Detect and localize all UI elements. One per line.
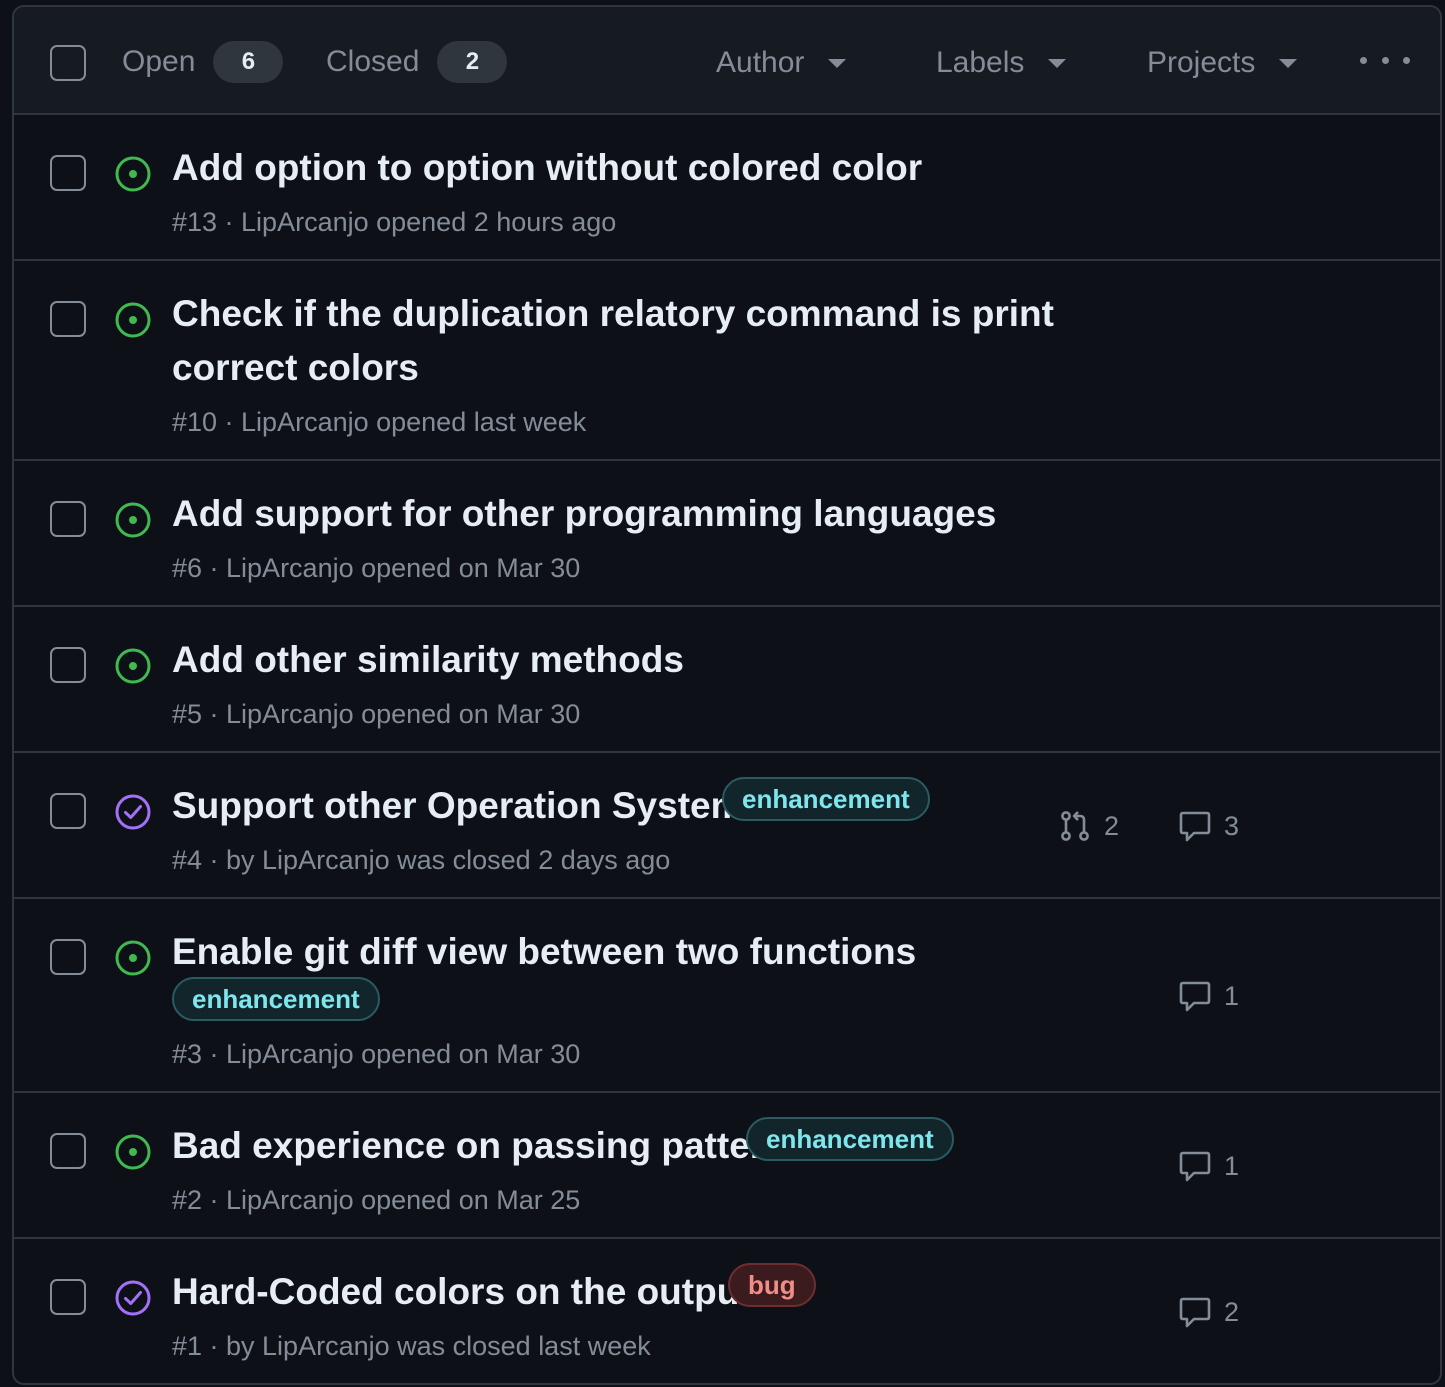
issue-meta: #10 · LipArcanjo opened last week bbox=[172, 407, 587, 437]
issue-title[interactable]: Add other similarity methods bbox=[172, 633, 684, 687]
author-filter-label: Author bbox=[716, 46, 805, 79]
bug-label[interactable]: bug bbox=[728, 1263, 816, 1307]
issue-checkbox[interactable] bbox=[50, 1133, 86, 1169]
issue-title[interactable]: Add support for other programming langua… bbox=[172, 487, 996, 541]
issue-row: Add other similarity methods #5 · LipArc… bbox=[14, 607, 1440, 753]
comments-link[interactable]: 3 bbox=[1178, 809, 1239, 843]
issue-row: Add support for other programming langua… bbox=[14, 461, 1440, 607]
comment-count: 3 bbox=[1224, 810, 1240, 841]
issue-closed-icon bbox=[114, 793, 152, 831]
issue-title[interactable]: Support other Operation System. bbox=[172, 779, 754, 833]
issues-list: Open 6 Closed 2 Author Labels Projects A… bbox=[12, 5, 1442, 1385]
issue-title[interactable]: Hard-Coded colors on the output bbox=[172, 1265, 752, 1319]
issue-meta: #5 · LipArcanjo opened on Mar 30 bbox=[172, 699, 581, 729]
comments-link[interactable]: 1 bbox=[1178, 979, 1239, 1013]
issue-checkbox[interactable] bbox=[50, 1279, 86, 1315]
issue-checkbox[interactable] bbox=[50, 301, 86, 337]
comment-count: 1 bbox=[1224, 980, 1240, 1011]
open-issues-tab[interactable]: Open 6 bbox=[122, 37, 284, 87]
enhancement-label[interactable]: enhancement bbox=[172, 977, 380, 1021]
issue-checkbox[interactable] bbox=[50, 647, 86, 683]
issue-row: Support other Operation System. enhancem… bbox=[14, 753, 1440, 899]
issue-open-icon bbox=[114, 155, 152, 193]
issue-open-icon bbox=[114, 647, 152, 685]
author-filter[interactable]: Author bbox=[716, 43, 847, 83]
enhancement-label[interactable]: enhancement bbox=[746, 1117, 954, 1161]
issue-row: Check if the duplication relatory comman… bbox=[14, 261, 1440, 461]
closed-tab-label: Closed bbox=[326, 45, 420, 78]
closed-count-badge: 2 bbox=[437, 41, 508, 83]
comment-count: 1 bbox=[1224, 1150, 1240, 1181]
issue-meta: #2 · LipArcanjo opened on Mar 25 bbox=[172, 1185, 581, 1215]
issue-title[interactable]: Enable git diff view between two functio… bbox=[172, 925, 916, 979]
linked-pull-requests[interactable]: 2 bbox=[1058, 809, 1119, 843]
comments-link[interactable]: 1 bbox=[1178, 1149, 1239, 1183]
comment-icon bbox=[1178, 1295, 1212, 1329]
comments-link[interactable]: 2 bbox=[1178, 1295, 1239, 1329]
issue-checkbox[interactable] bbox=[50, 501, 86, 537]
pull-request-icon bbox=[1058, 809, 1092, 843]
issue-title[interactable]: Check if the duplication relatory comman… bbox=[172, 287, 1054, 341]
enhancement-label[interactable]: enhancement bbox=[722, 777, 930, 821]
issue-open-icon bbox=[114, 1133, 152, 1171]
comment-icon bbox=[1178, 979, 1212, 1013]
issue-title-continued[interactable]: correct colors bbox=[172, 341, 419, 395]
issue-meta: #4 · by LipArcanjo was closed 2 days ago bbox=[172, 845, 671, 875]
labels-filter[interactable]: Labels bbox=[936, 43, 1067, 83]
issue-title[interactable]: Add option to option without colored col… bbox=[172, 141, 922, 195]
issue-checkbox[interactable] bbox=[50, 793, 86, 829]
issue-meta: #13 · LipArcanjo opened 2 hours ago bbox=[172, 207, 617, 237]
labels-filter-label: Labels bbox=[936, 46, 1025, 79]
issue-meta: #3 · LipArcanjo opened on Mar 30 bbox=[172, 1039, 581, 1069]
issue-row: Bad experience on passing pattern enhanc… bbox=[14, 1093, 1440, 1239]
pull-request-count: 2 bbox=[1104, 810, 1120, 841]
open-count-badge: 6 bbox=[213, 41, 284, 83]
comment-icon bbox=[1178, 1149, 1212, 1183]
issue-meta: #1 · by LipArcanjo was closed last week bbox=[172, 1331, 651, 1361]
open-tab-label: Open bbox=[122, 45, 196, 78]
issue-checkbox[interactable] bbox=[50, 155, 86, 191]
issues-header: Open 6 Closed 2 Author Labels Projects bbox=[14, 7, 1440, 115]
caret-down-icon bbox=[828, 58, 847, 68]
issue-checkbox[interactable] bbox=[50, 939, 86, 975]
caret-down-icon bbox=[1279, 58, 1298, 68]
more-options-icon[interactable] bbox=[1360, 45, 1410, 75]
comment-icon bbox=[1178, 809, 1212, 843]
issue-meta: #6 · LipArcanjo opened on Mar 30 bbox=[172, 553, 581, 583]
projects-filter-label: Projects bbox=[1147, 46, 1256, 79]
caret-down-icon bbox=[1048, 58, 1067, 68]
issue-closed-icon bbox=[114, 1279, 152, 1317]
comment-count: 2 bbox=[1224, 1296, 1240, 1327]
issue-open-icon bbox=[114, 501, 152, 539]
issue-open-icon bbox=[114, 939, 152, 977]
issue-row: Hard-Coded colors on the output bug #1 ·… bbox=[14, 1239, 1440, 1383]
closed-issues-tab[interactable]: Closed 2 bbox=[326, 37, 508, 87]
issue-row: Enable git diff view between two functio… bbox=[14, 899, 1440, 1093]
projects-filter[interactable]: Projects bbox=[1147, 43, 1298, 83]
issue-open-icon bbox=[114, 301, 152, 339]
select-all-checkbox[interactable] bbox=[50, 45, 86, 81]
issue-title[interactable]: Bad experience on passing pattern bbox=[172, 1119, 787, 1173]
issue-row: Add option to option without colored col… bbox=[14, 115, 1440, 261]
